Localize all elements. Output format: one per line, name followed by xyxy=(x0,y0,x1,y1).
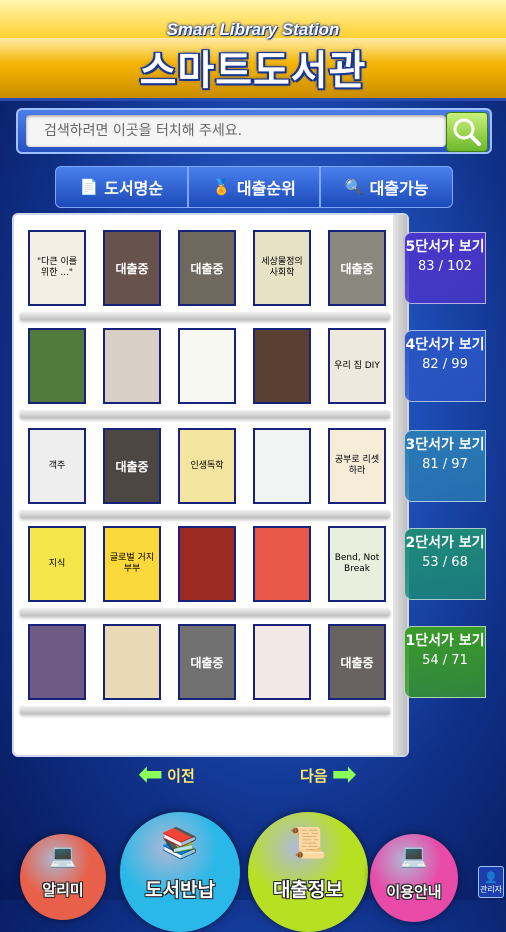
loaned-badge: 대출중 xyxy=(115,261,149,276)
bottom-menu-label: 대출정보 xyxy=(273,879,343,901)
tab-label: 도서명순 xyxy=(104,179,164,198)
shelf-level-button[interactable]: 2단서가 보기 53 / 68 xyxy=(404,528,486,600)
loan-info-icon: 📜 xyxy=(289,826,327,861)
shelf-board xyxy=(20,410,390,418)
book-return-icon: 📚 xyxy=(161,826,199,861)
book-cover-text: 글로벌 거지 부부 xyxy=(109,553,155,574)
book-cover[interactable] xyxy=(103,624,161,700)
bottom-menu-button[interactable]: 💻 이용안내 xyxy=(370,834,458,922)
search-input[interactable] xyxy=(26,115,446,147)
book-cover-text: Bend, Not Break xyxy=(334,553,380,574)
book-cover[interactable] xyxy=(28,328,86,404)
bottom-menu-label: 도서반납 xyxy=(145,879,215,901)
shelf-board xyxy=(20,608,390,616)
book-cover[interactable]: Bend, Not Break xyxy=(328,526,386,602)
book-cover[interactable]: 공부로 리셋하라 xyxy=(328,428,386,504)
book-cover[interactable]: 대출중 xyxy=(328,624,386,700)
shelf-level-label: 4단서가 보기 xyxy=(405,337,485,353)
book-cover[interactable]: 대출중 xyxy=(178,624,236,700)
tab-loan-rank[interactable]: 🏅 대출순위 xyxy=(187,166,321,208)
shelf-level-count: 83 / 102 xyxy=(418,259,472,274)
admin-icon: 👤 xyxy=(484,871,498,884)
tab-available[interactable]: 🔍 대출가능 xyxy=(320,166,454,208)
book-cover[interactable] xyxy=(178,328,236,404)
shelf-level-button[interactable]: 5단서가 보기 83 / 102 xyxy=(404,232,486,304)
page-title: 스마트도서관 xyxy=(139,48,367,94)
book-cover[interactable]: 인생독학 xyxy=(178,428,236,504)
book-cover[interactable] xyxy=(253,428,311,504)
book-cover-text: 인생독학 xyxy=(190,460,224,471)
shelf-board xyxy=(20,706,390,714)
loaned-badge: 대출중 xyxy=(190,655,224,670)
book-cover-text: 객주 xyxy=(48,460,66,471)
book-cover[interactable]: 지식 xyxy=(28,526,86,602)
bottom-menu-button[interactable]: 📚 도서반납 xyxy=(120,812,240,932)
next-page-button[interactable]: 다음 ➡ xyxy=(300,758,357,792)
book-cover[interactable]: 세상물정의 사회학 xyxy=(253,230,311,306)
admin-button[interactable]: 👤 관리자 xyxy=(478,866,504,898)
shelf-level-label: 1단서가 보기 xyxy=(405,633,485,649)
search-button[interactable] xyxy=(446,112,488,152)
book-search-icon: 🔍 xyxy=(344,178,364,196)
bottom-menu-button[interactable]: 💻 알리미 xyxy=(20,834,106,920)
book-cover-text: "다큰 이를 위한 ..." xyxy=(36,257,78,278)
book-cover[interactable] xyxy=(253,328,311,404)
bottom-menu-label: 이용안내 xyxy=(386,883,442,901)
tab-title-order[interactable]: 📄 도서명순 xyxy=(55,166,188,208)
shelf-level-label: 5단서가 보기 xyxy=(405,239,485,255)
admin-label: 관리자 xyxy=(479,885,503,894)
book-cover[interactable] xyxy=(103,328,161,404)
monitor-icon: 💻 xyxy=(49,844,77,869)
bottom-menu: 💻 알리미 📚 도서반납 📜 대출정보 💻 이용안내 xyxy=(0,810,506,932)
shelf-board xyxy=(20,510,390,518)
loaned-badge: 대출중 xyxy=(115,459,149,474)
shelf-level-count: 54 / 71 xyxy=(422,653,468,668)
search-bar xyxy=(16,108,492,154)
book-cover-text: 지식 xyxy=(48,558,66,569)
tab-label: 대출순위 xyxy=(236,179,296,198)
book-cover[interactable]: 월세의 신대출중 xyxy=(178,230,236,306)
loaned-badge: 대출중 xyxy=(190,261,224,276)
book-cover[interactable]: 괜찮아대출중 xyxy=(328,230,386,306)
book-cover[interactable] xyxy=(178,526,236,602)
book-cover-text: 세상물정의 사회학 xyxy=(261,257,303,278)
book-cover[interactable]: "다큰 이를 위한 ..." xyxy=(28,230,86,306)
shelf-level-button[interactable]: 4단서가 보기 82 / 99 xyxy=(404,330,486,402)
bottom-menu-button[interactable]: 📜 대출정보 xyxy=(248,812,368,932)
arrow-left-icon: ⬅ xyxy=(138,757,164,792)
document-icon: 📄 xyxy=(79,178,99,196)
book-cover[interactable]: 객주 xyxy=(28,428,86,504)
book-cover[interactable] xyxy=(253,526,311,602)
book-cover[interactable]: 대출중 xyxy=(103,230,161,306)
sort-tabs: 📄 도서명순 🏅 대출순위 🔍 대출가능 xyxy=(55,166,454,210)
bottom-menu-label: 알리미 xyxy=(42,881,84,899)
prev-page-button[interactable]: ⬅ 이전 xyxy=(138,758,195,792)
book-cover[interactable]: 글로벌 거지 부부 xyxy=(103,526,161,602)
loaned-badge: 대출중 xyxy=(340,655,374,670)
book-cover-text: 우리 집 DIY xyxy=(334,360,380,371)
medal-icon: 🏅 xyxy=(212,178,231,196)
shelf-level-button[interactable]: 1단서가 보기 54 / 71 xyxy=(404,626,486,698)
search-icon xyxy=(453,118,481,146)
guide-icon: 💻 xyxy=(400,844,428,869)
shelf-level-count: 53 / 68 xyxy=(422,555,468,570)
shelf-level-count: 81 / 97 xyxy=(422,457,468,472)
book-cover[interactable] xyxy=(28,624,86,700)
book-cover-text: 공부로 리셋하라 xyxy=(334,455,380,476)
shelf-board xyxy=(20,312,390,320)
loaned-badge: 대출중 xyxy=(340,261,374,276)
shelf-level-label: 2단서가 보기 xyxy=(405,535,485,551)
arrow-right-icon: ➡ xyxy=(331,757,357,792)
tab-label: 대출가능 xyxy=(369,179,429,198)
next-label: 다음 xyxy=(300,766,328,785)
shelf-level-count: 82 / 99 xyxy=(422,357,468,372)
shelf-level-label: 3단서가 보기 xyxy=(405,437,485,453)
book-cover[interactable]: 우리 집 DIY xyxy=(328,328,386,404)
book-cover[interactable]: 대출중 xyxy=(103,428,161,504)
header-banner: Smart Library Station 스마트도서관 xyxy=(0,0,506,101)
prev-label: 이전 xyxy=(167,766,195,785)
book-cover[interactable] xyxy=(253,624,311,700)
header-subtitle: Smart Library Station xyxy=(166,20,340,39)
shelf-level-button[interactable]: 3단서가 보기 81 / 97 xyxy=(404,430,486,502)
